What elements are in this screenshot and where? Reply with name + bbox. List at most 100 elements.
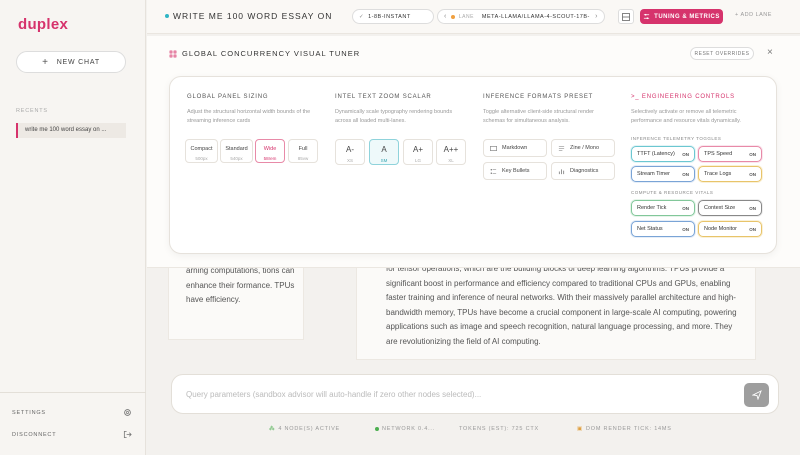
toggle-label: Stream Timer xyxy=(637,171,671,177)
lane-label: LANE xyxy=(458,13,474,20)
toggle-state: ON xyxy=(682,205,689,211)
render-label: DOM RENDER TICK: 14MS xyxy=(586,426,672,432)
new-chat-button[interactable]: + NEW CHAT xyxy=(16,51,126,73)
toggle-state: ON xyxy=(749,226,756,232)
zoom-option-xl[interactable]: A++ XL xyxy=(436,139,466,165)
toggle-state: ON xyxy=(749,205,756,211)
format-label: Key Bullets xyxy=(502,168,530,174)
option-sub: 500px xyxy=(195,156,208,161)
toggle-render-tick[interactable]: Render Tick ON xyxy=(631,200,695,216)
zoom-option-xs[interactable]: A- XS xyxy=(335,139,365,165)
disconnect-button[interactable]: DISCONNECT xyxy=(12,430,132,439)
engineering-heading: >_ ENGINEERING CONTROLS xyxy=(631,94,735,100)
render-status: ▣ DOM RENDER TICK: 14MS xyxy=(577,426,672,432)
toggle-net-status[interactable]: Net Status ON xyxy=(631,221,695,237)
nodes-icon: ⁂ xyxy=(269,426,276,432)
toggle-ttft[interactable]: TTFT (Latency) ON xyxy=(631,146,695,162)
zoom-option-sm[interactable]: A SM xyxy=(369,139,399,165)
toggle-context-size[interactable]: Context Size ON xyxy=(698,200,762,216)
formats-heading: INFERENCE FORMATS PRESET xyxy=(483,94,594,100)
zoom-option-lg[interactable]: A+ LG xyxy=(403,139,433,165)
option-label: Wide xyxy=(263,146,277,152)
lane-model-selector[interactable]: ‹ LANE META-LLAMA/LLAMA-4-SCOUT-17B- › xyxy=(437,9,605,24)
option-sub: 58rem xyxy=(263,156,277,161)
size-option-compact[interactable]: Compact 500px xyxy=(185,139,218,163)
chevron-right-icon: › xyxy=(595,13,598,20)
text-lines-icon xyxy=(558,145,565,151)
layout-toggle-button[interactable] xyxy=(618,9,634,24)
layout-icon xyxy=(622,12,630,21)
toggle-state: ON xyxy=(682,151,689,157)
zoom-heading: INTEL TEXT ZOOM SCALAR xyxy=(335,94,432,100)
query-input[interactable]: Query parameters (sandbox advisor will a… xyxy=(186,390,481,399)
toggle-label: Node Monitor xyxy=(704,226,738,232)
size-option-standard[interactable]: Standard 540px xyxy=(220,139,253,163)
formats-desc: Toggle alternative client-side structura… xyxy=(483,109,594,124)
recent-chat-item[interactable]: write me 100 word essay on ... xyxy=(16,123,126,138)
recents-heading: RECENTS xyxy=(16,108,48,114)
tokens-label: TOKENS (EST): 725 CTX xyxy=(459,426,539,432)
toggle-label: TTFT (Latency) xyxy=(637,151,675,157)
toggle-tps-speed[interactable]: TPS Speed ON xyxy=(698,146,762,162)
status-dot xyxy=(165,14,169,18)
tuning-label: TUNING & METRICS xyxy=(654,13,720,20)
sidebar-divider xyxy=(0,392,146,393)
size-option-full[interactable]: Full 85vw xyxy=(288,139,318,163)
settings-label: SETTINGS xyxy=(12,409,46,416)
terminal-icon: >_ xyxy=(631,94,642,100)
model-selector[interactable]: ✓ 1-8B-INSTANT xyxy=(352,9,434,24)
format-markdown[interactable]: Markdown xyxy=(483,139,547,157)
reset-overrides-button[interactable]: RESET OVERRIDES xyxy=(690,47,754,60)
markdown-icon xyxy=(490,145,497,151)
zoom-sub: SM xyxy=(380,158,388,163)
response-text-right: for tensor operations, which are the bui… xyxy=(386,264,737,346)
format-label: Zine / Mono xyxy=(570,145,600,151)
option-label: Compact xyxy=(190,146,213,152)
chevron-left-icon: ‹ xyxy=(444,13,447,20)
zoom-label: A xyxy=(381,145,387,154)
toggle-state: ON xyxy=(682,226,689,232)
format-diagnostics[interactable]: Diagnostics xyxy=(551,162,615,180)
format-label: Diagnostics xyxy=(570,168,599,174)
panel-sizing-heading: GLOBAL PANEL SIZING xyxy=(187,94,269,100)
toggle-state: ON xyxy=(749,171,756,177)
app-logo: duplex xyxy=(18,16,69,33)
engineering-desc: Selectively activate or remove all telem… xyxy=(631,109,741,124)
send-icon xyxy=(751,390,762,400)
option-label: Full xyxy=(298,146,308,152)
toggle-label: Trace Logs xyxy=(704,171,732,177)
status-bar: ⁂ 4 NODE(S) ACTIVE NETWORK 0.4... TOKENS… xyxy=(147,426,800,436)
engineering-heading-label: ENGINEERING CONTROLS xyxy=(641,94,735,100)
close-icon[interactable]: × xyxy=(767,47,773,58)
panel-sizing-desc: Adjust the structural horizontal width b… xyxy=(187,109,311,124)
logout-icon xyxy=(123,430,132,439)
response-text-left: arning computations, tions can enhance t… xyxy=(186,266,295,304)
zoom-sub: XL xyxy=(448,158,454,163)
add-lane-button[interactable]: + ADD LANE xyxy=(735,12,772,18)
vitals-heading: COMPUTE & RESOURCE VITALS xyxy=(631,190,714,195)
gear-icon xyxy=(124,409,131,416)
zoom-label: A+ xyxy=(412,145,423,154)
network-status: NETWORK 0.4... xyxy=(375,426,435,432)
composer: Query parameters (sandbox advisor will a… xyxy=(171,374,779,414)
toggle-stream-timer[interactable]: Stream Timer ON xyxy=(631,166,695,182)
toggle-trace-logs[interactable]: Trace Logs ON xyxy=(698,166,762,182)
top-bar: WRITE ME 100 WORD ESSAY ON TE... ✓ 1-8B-… xyxy=(147,0,800,34)
toggle-state: ON xyxy=(749,151,756,157)
model-label: 1-8B-INSTANT xyxy=(368,13,411,20)
size-option-wide[interactable]: Wide 58rem xyxy=(255,139,285,163)
sidebar: duplex + NEW CHAT RECENTS write me 100 w… xyxy=(0,0,146,455)
tuner-header: GLOBAL CONCURRENCY VISUAL TUNER xyxy=(169,49,360,58)
settings-button[interactable]: SETTINGS xyxy=(12,408,132,417)
send-button[interactable] xyxy=(744,383,769,407)
format-zine-mono[interactable]: Zine / Mono xyxy=(551,139,615,157)
toggle-node-monitor[interactable]: Node Monitor ON xyxy=(698,221,762,237)
tokens-status: TOKENS (EST): 725 CTX xyxy=(459,426,539,432)
zoom-sub: XS xyxy=(346,158,353,163)
tuning-metrics-button[interactable]: TUNING & METRICS xyxy=(640,9,723,24)
render-icon: ▣ xyxy=(577,426,583,432)
format-key-bullets[interactable]: Key Bullets xyxy=(483,162,547,180)
tuner-panel: GLOBAL PANEL SIZING Adjust the structura… xyxy=(169,76,777,254)
nodes-label: 4 NODE(S) ACTIVE xyxy=(278,426,341,432)
zoom-label: A++ xyxy=(443,145,459,154)
